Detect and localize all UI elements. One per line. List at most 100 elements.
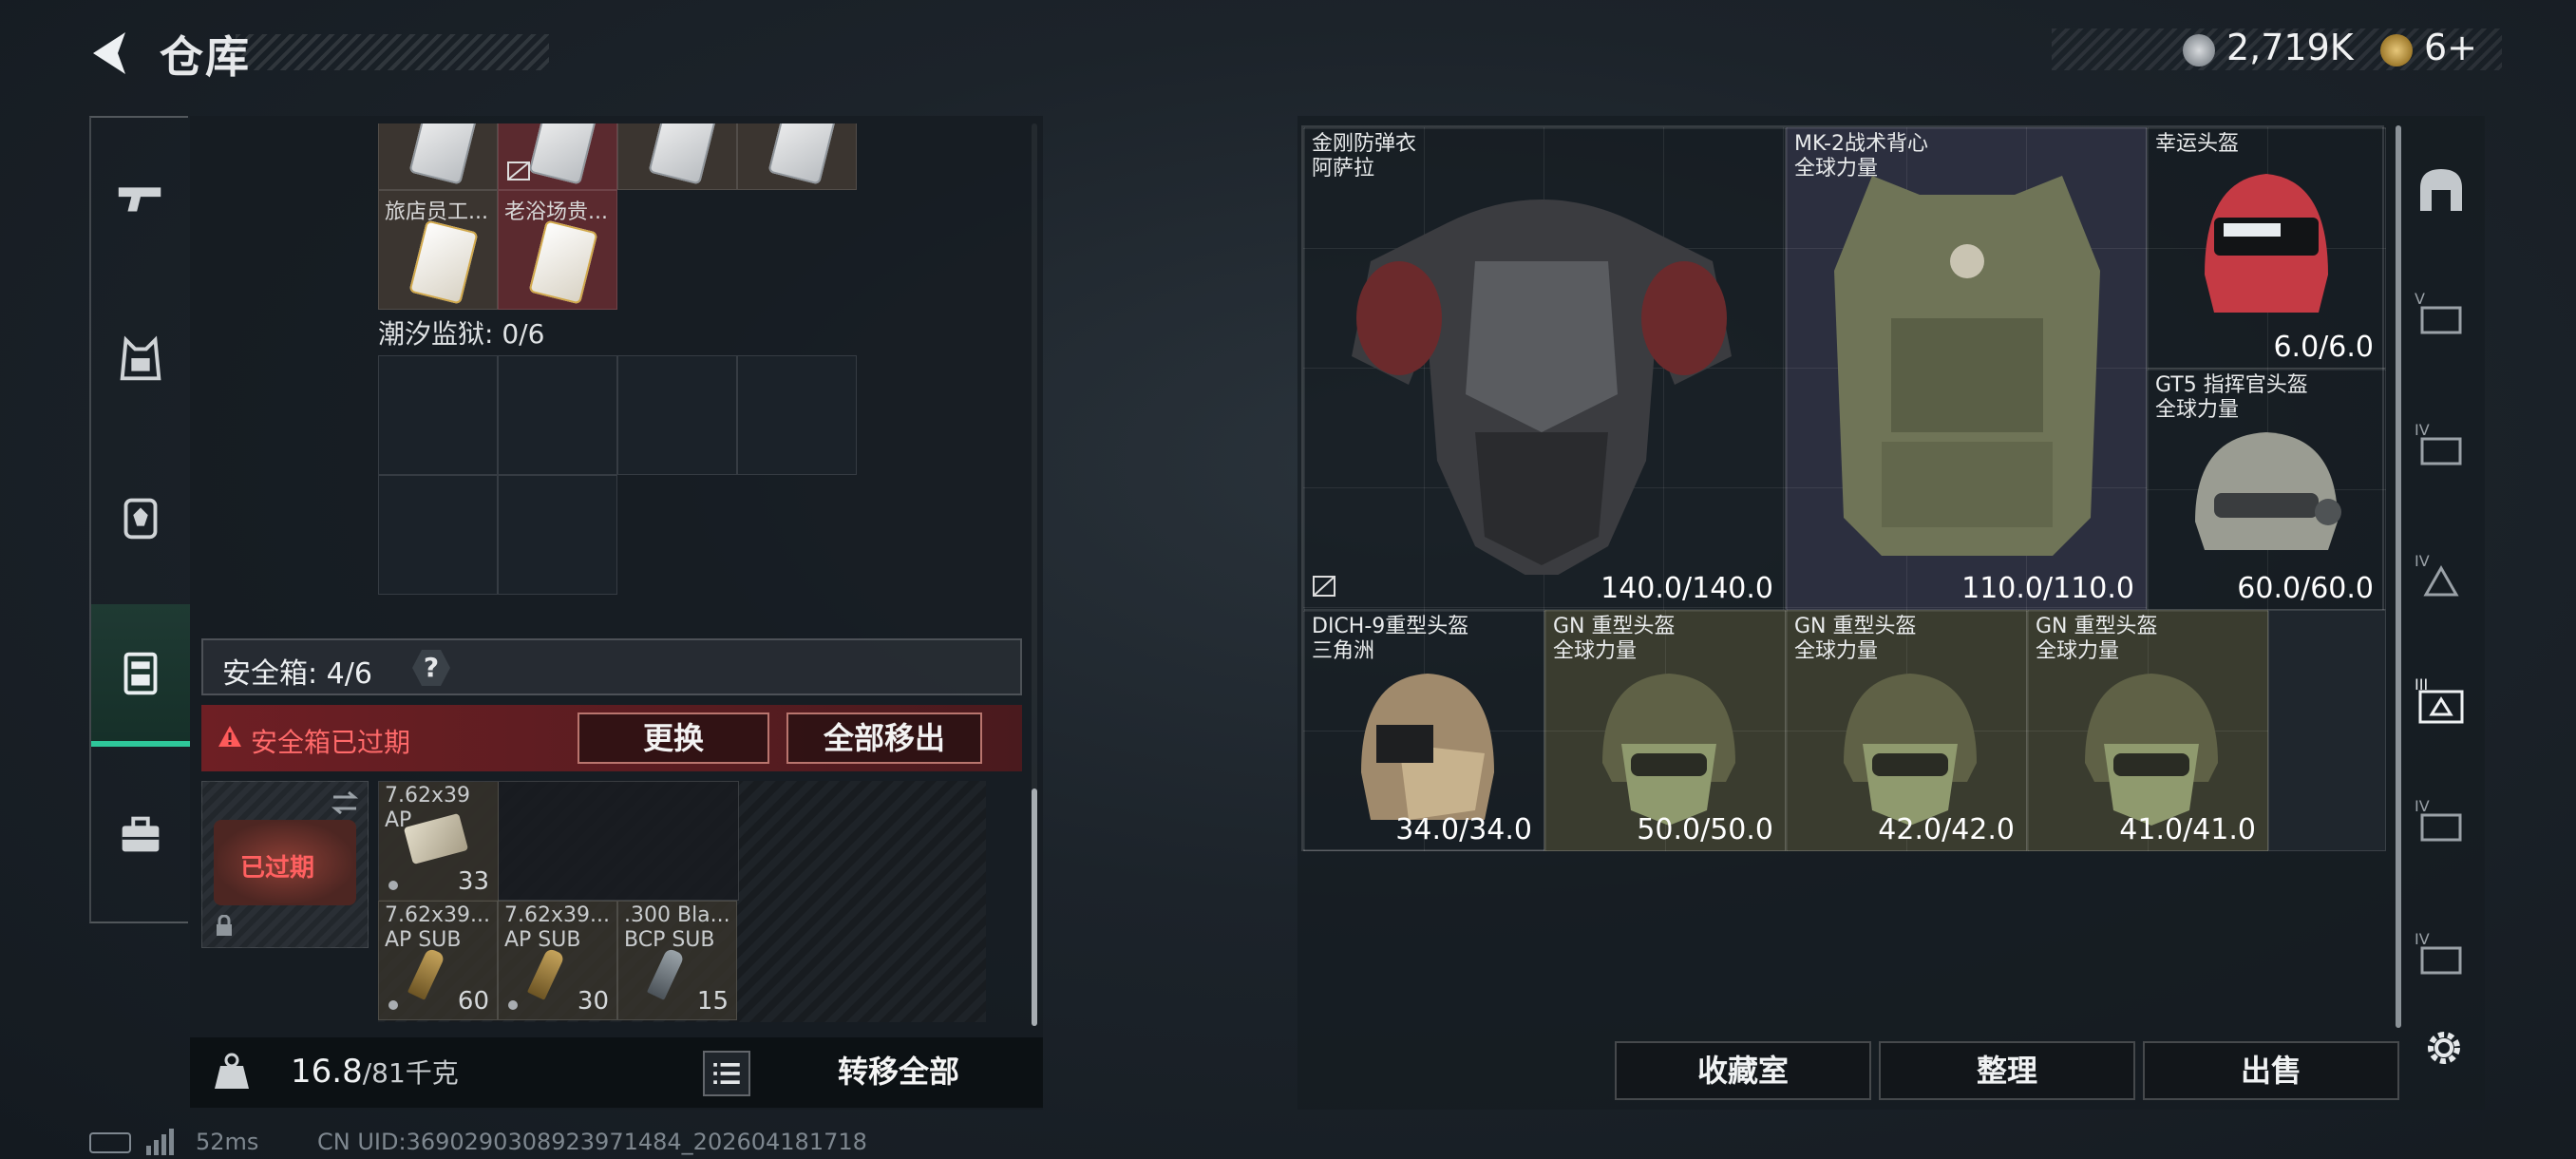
empty-slot[interactable] — [737, 355, 857, 475]
list-icon — [713, 1063, 740, 1084]
body-armor-image — [1352, 200, 1732, 575]
collection-button[interactable]: 收藏室 — [1615, 1041, 1871, 1100]
ammo-count: 30 — [577, 987, 609, 1016]
svg-text:IV: IV — [2415, 930, 2430, 948]
durability: 34.0/34.0 — [1395, 813, 1532, 846]
keycard-icon — [648, 124, 718, 185]
armor-lvl4-icon[interactable]: IV — [2413, 794, 2470, 851]
ammo-item[interactable]: 7.62x39... AP SUB 30 — [498, 901, 617, 1020]
keycard-icon — [408, 124, 479, 185]
equipment-item[interactable]: GN 重型头盔 全球力量 42.0/42.0 — [1786, 610, 2027, 851]
transfer-all-button[interactable]: 转移全部 — [769, 1043, 1028, 1102]
helmet-image — [1361, 674, 1494, 820]
move-all-out-button[interactable]: 全部移出 — [786, 712, 982, 764]
sell-button[interactable]: 出售 — [2143, 1041, 2399, 1100]
empty-slot[interactable] — [2268, 610, 2386, 851]
equipment-item[interactable]: GN 重型头盔 全球力量 41.0/41.0 — [2027, 610, 2268, 851]
equipment-grid: 金刚防弹衣 阿萨拉 140.0/140.0 MK-2战术背心 全球力量 110.… — [1301, 125, 2386, 851]
durability: 50.0/50.0 — [1637, 813, 1773, 846]
map-container-label: 潮汐监狱: 0/6 — [378, 318, 545, 350]
armor-lvl4-icon[interactable]: IV — [2413, 549, 2470, 606]
vest-icon — [120, 335, 161, 381]
inventory-item[interactable]: 老浴场贵... — [498, 190, 617, 310]
durability: 42.0/42.0 — [1878, 813, 2015, 846]
helmet-image — [2085, 674, 2218, 826]
inventory-scrollbar[interactable] — [1032, 788, 1037, 1026]
ammo-item[interactable]: 7.62x39 AP 33 — [378, 781, 739, 902]
equipment-item[interactable]: 金刚防弹衣 阿萨拉 140.0/140.0 — [1303, 127, 1786, 610]
empty-slot[interactable] — [617, 355, 737, 475]
bullet-icon — [646, 947, 686, 1000]
helmet-image — [1602, 674, 1735, 826]
safebox-icon — [123, 652, 158, 695]
weight-readout: 16.8/81千克 — [291, 1053, 459, 1091]
nav-backpacks[interactable] — [91, 446, 190, 588]
empty-slot[interactable] — [378, 475, 498, 595]
ammo-item[interactable]: .300 Bla... BCP SUB 15 — [617, 901, 737, 1020]
empty-slot[interactable] — [498, 475, 617, 595]
equipment-name: DICH-9重型头盔 三角洲 — [1312, 615, 1469, 663]
safebox-thumbnail[interactable]: 已过期 — [201, 781, 369, 948]
durability: 110.0/110.0 — [1961, 572, 2134, 605]
equipment-name: GN 重型头盔 全球力量 — [1553, 615, 1676, 663]
keycard-icon — [528, 219, 598, 305]
nav-vests[interactable] — [91, 289, 190, 431]
equipment-item[interactable]: 幸运头盔 6.0/6.0 — [2147, 127, 2386, 369]
inventory-item[interactable]: 旅店员工... — [378, 190, 498, 310]
ammo-indicator-dot — [388, 1000, 398, 1010]
battery-icon — [89, 1132, 131, 1153]
safebox-expired-label: 已过期 — [240, 854, 315, 883]
empty-slot[interactable] — [378, 355, 498, 475]
ammo-count: 60 — [457, 987, 489, 1016]
armor-lvl4-icon[interactable]: IV — [2413, 927, 2470, 984]
sort-button[interactable]: 整理 — [1879, 1041, 2135, 1100]
inventory-footer: 16.8/81千克 转移全部 — [190, 1037, 1043, 1108]
svg-text:V: V — [2415, 290, 2425, 308]
inventory-item[interactable] — [617, 124, 737, 190]
helmet-filter-icon[interactable] — [2413, 163, 2470, 220]
swap-icon[interactable] — [330, 789, 360, 816]
inventory-item[interactable] — [378, 124, 498, 190]
back-arrow-icon[interactable] — [84, 27, 137, 80]
replace-button[interactable]: 更换 — [578, 712, 769, 764]
item-label: 老浴场贵... — [504, 200, 608, 224]
safebox-expired-bar: 安全箱已过期 更换 全部移出 — [201, 705, 1022, 771]
equipment-item[interactable]: GT5 指挥官头盔 全球力量 60.0/60.0 — [2147, 369, 2386, 610]
armor-lvl3-icon[interactable]: III — [2413, 673, 2470, 730]
durability: 140.0/140.0 — [1601, 572, 1773, 605]
bullet-icon — [407, 947, 446, 1000]
currency-amount: 2,719K — [2226, 27, 2354, 68]
inventory-item[interactable] — [737, 124, 857, 190]
signal-icon — [146, 1129, 174, 1155]
nav-weapons[interactable] — [91, 127, 190, 270]
armor-lvl4-icon[interactable]: IV — [2413, 418, 2470, 475]
backpack-icon — [123, 498, 158, 540]
helmet-image — [2205, 174, 2328, 313]
equipment-filter-nav: V IV IV III IV IV — [2399, 152, 2481, 1007]
armor-lvl5-icon[interactable]: V — [2413, 287, 2470, 344]
lock-icon — [217, 915, 232, 936]
ammo-item[interactable]: 7.62x39... AP SUB 60 — [378, 901, 498, 1020]
ammo-name: 7.62x39... AP SUB — [504, 903, 610, 952]
nav-safebox[interactable] — [91, 604, 190, 747]
ammo-count: 15 — [696, 987, 729, 1016]
gear-icon[interactable] — [2420, 1024, 2468, 1072]
empty-slot[interactable] — [498, 355, 617, 475]
equipment-item[interactable]: GN 重型头盔 全球力量 50.0/50.0 — [1544, 610, 1786, 851]
inventory-item[interactable] — [498, 124, 617, 190]
list-view-button[interactable] — [703, 1051, 750, 1096]
help-icon[interactable]: ? — [412, 650, 450, 686]
uid-readout: CN UID:3690290308923971484_202604181718 — [317, 1129, 867, 1155]
equipment-item[interactable]: DICH-9重型头盔 三角洲 34.0/34.0 — [1303, 610, 1544, 851]
no-trade-icon — [507, 162, 530, 180]
durability: 41.0/41.0 — [2119, 813, 2256, 846]
weight-current: 16.8 — [291, 1053, 363, 1091]
expired-text: 安全箱已过期 — [251, 727, 411, 758]
equipment-name: GT5 指挥官头盔 全球力量 — [2155, 373, 2308, 422]
nav-cases[interactable] — [91, 764, 190, 906]
left-category-nav — [89, 116, 190, 923]
durability: 60.0/60.0 — [2237, 572, 2374, 605]
helmet-image — [1844, 674, 1977, 826]
ammo-name: 7.62x39... AP SUB — [385, 903, 490, 952]
equipment-item[interactable]: MK-2战术背心 全球力量 110.0/110.0 — [1786, 127, 2147, 610]
